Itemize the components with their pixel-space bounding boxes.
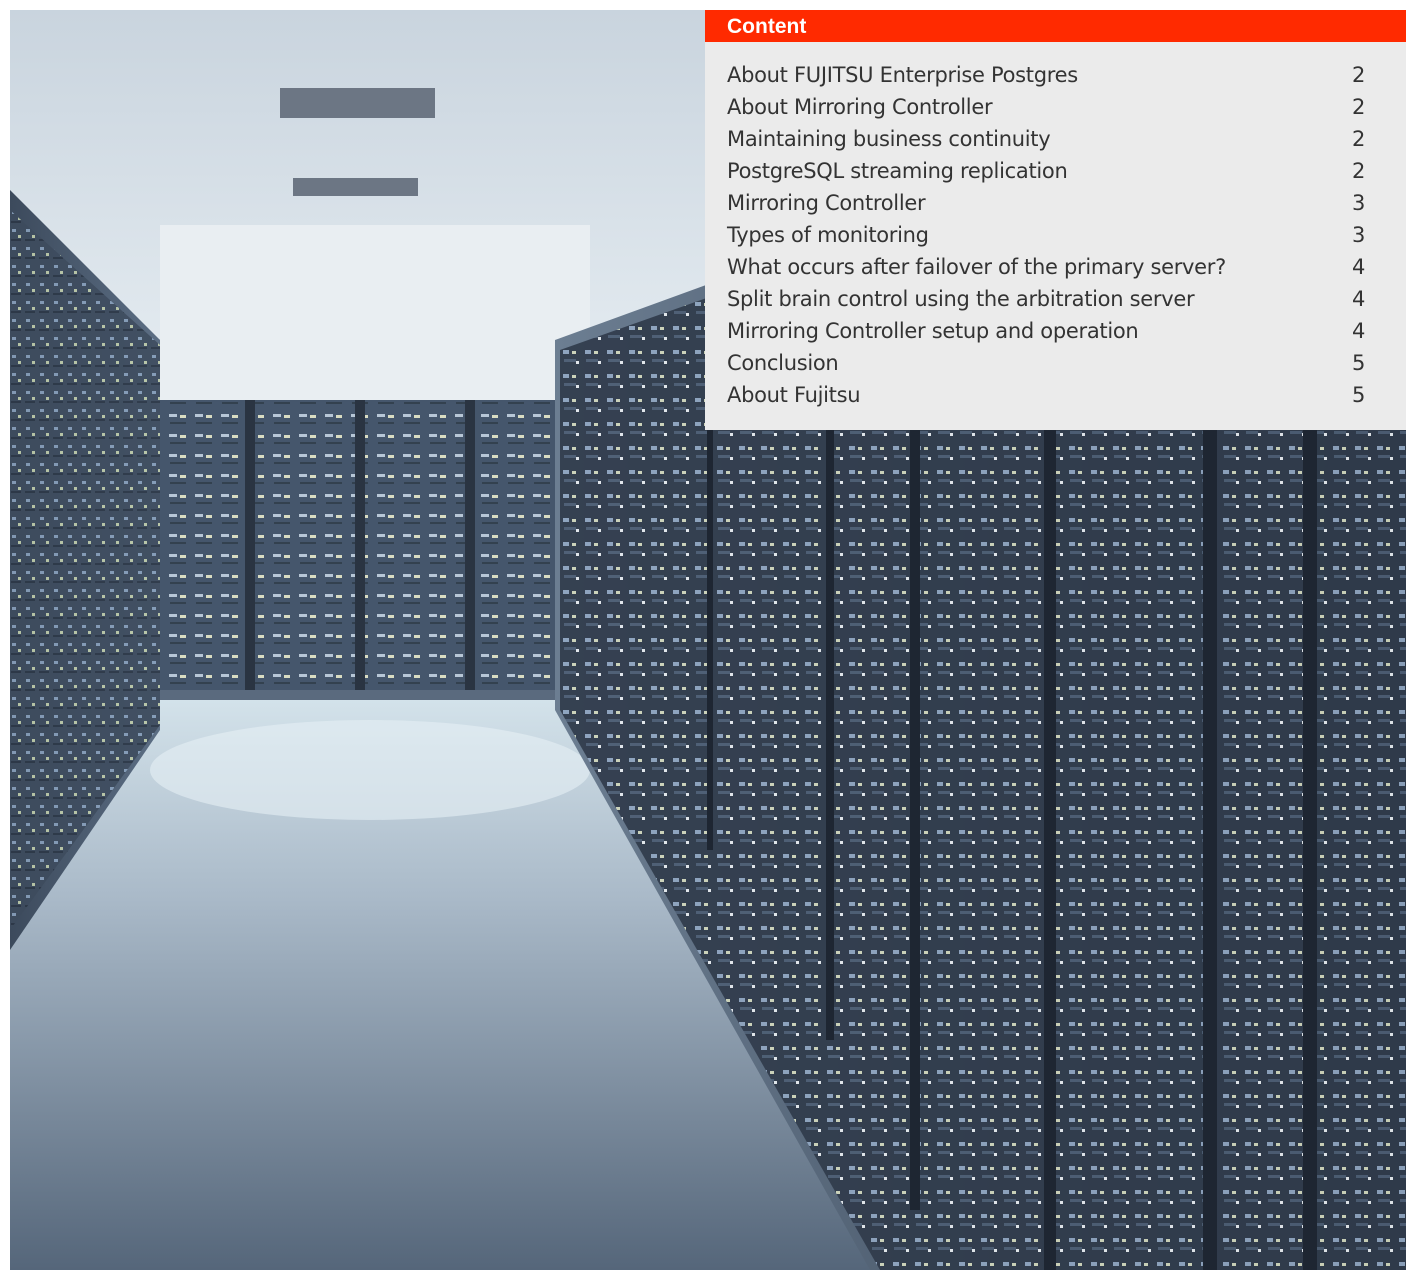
toc-item[interactable]: Mirroring Controller 3 <box>705 187 1406 219</box>
toc-item-title: Split brain control using the arbitratio… <box>727 287 1195 311</box>
toc-list: About FUJITSU Enterprise Postgres 2 About… <box>705 42 1406 411</box>
toc-item-title: Conclusion <box>727 351 839 375</box>
toc-item-page: 4 <box>1351 255 1365 279</box>
toc-item[interactable]: Split brain control using the arbitratio… <box>705 283 1406 315</box>
toc-item[interactable]: PostgreSQL streaming replication 2 <box>705 155 1406 187</box>
toc-item[interactable]: What occurs after failover of the primar… <box>705 251 1406 283</box>
toc-item-page: 2 <box>1351 63 1365 87</box>
toc-item-title: Mirroring Controller <box>727 191 926 215</box>
toc-item-title: About Fujitsu <box>727 383 861 407</box>
toc-item[interactable]: Maintaining business continuity 2 <box>705 123 1406 155</box>
toc-item-page: 4 <box>1351 287 1365 311</box>
toc-item-title: PostgreSQL streaming replication <box>727 159 1068 183</box>
toc-item-title: Maintaining business continuity <box>727 127 1051 151</box>
table-of-contents: Content About FUJITSU Enterprise Postgre… <box>705 10 1406 430</box>
toc-item[interactable]: Mirroring Controller setup and operation… <box>705 315 1406 347</box>
toc-item-title: About Mirroring Controller <box>727 95 993 119</box>
toc-item-page: 2 <box>1351 159 1365 183</box>
toc-item-page: 3 <box>1351 223 1365 247</box>
toc-item-page: 2 <box>1351 127 1365 151</box>
toc-item[interactable]: About Fujitsu 5 <box>705 379 1406 411</box>
toc-item-title: Mirroring Controller setup and operation <box>727 319 1139 343</box>
toc-item-title: Types of monitoring <box>727 223 929 247</box>
toc-header: Content <box>705 10 1406 42</box>
toc-item-page: 5 <box>1351 351 1365 375</box>
toc-item-title: What occurs after failover of the primar… <box>727 255 1226 279</box>
toc-item-page: 2 <box>1351 95 1365 119</box>
toc-item[interactable]: Types of monitoring 3 <box>705 219 1406 251</box>
toc-item-page: 4 <box>1351 319 1365 343</box>
toc-item-page: 3 <box>1351 191 1365 215</box>
toc-item-title: About FUJITSU Enterprise Postgres <box>727 63 1078 87</box>
toc-item[interactable]: About FUJITSU Enterprise Postgres 2 <box>705 59 1406 91</box>
toc-item-page: 5 <box>1351 383 1365 407</box>
toc-item[interactable]: About Mirroring Controller 2 <box>705 91 1406 123</box>
toc-item[interactable]: Conclusion 5 <box>705 347 1406 379</box>
